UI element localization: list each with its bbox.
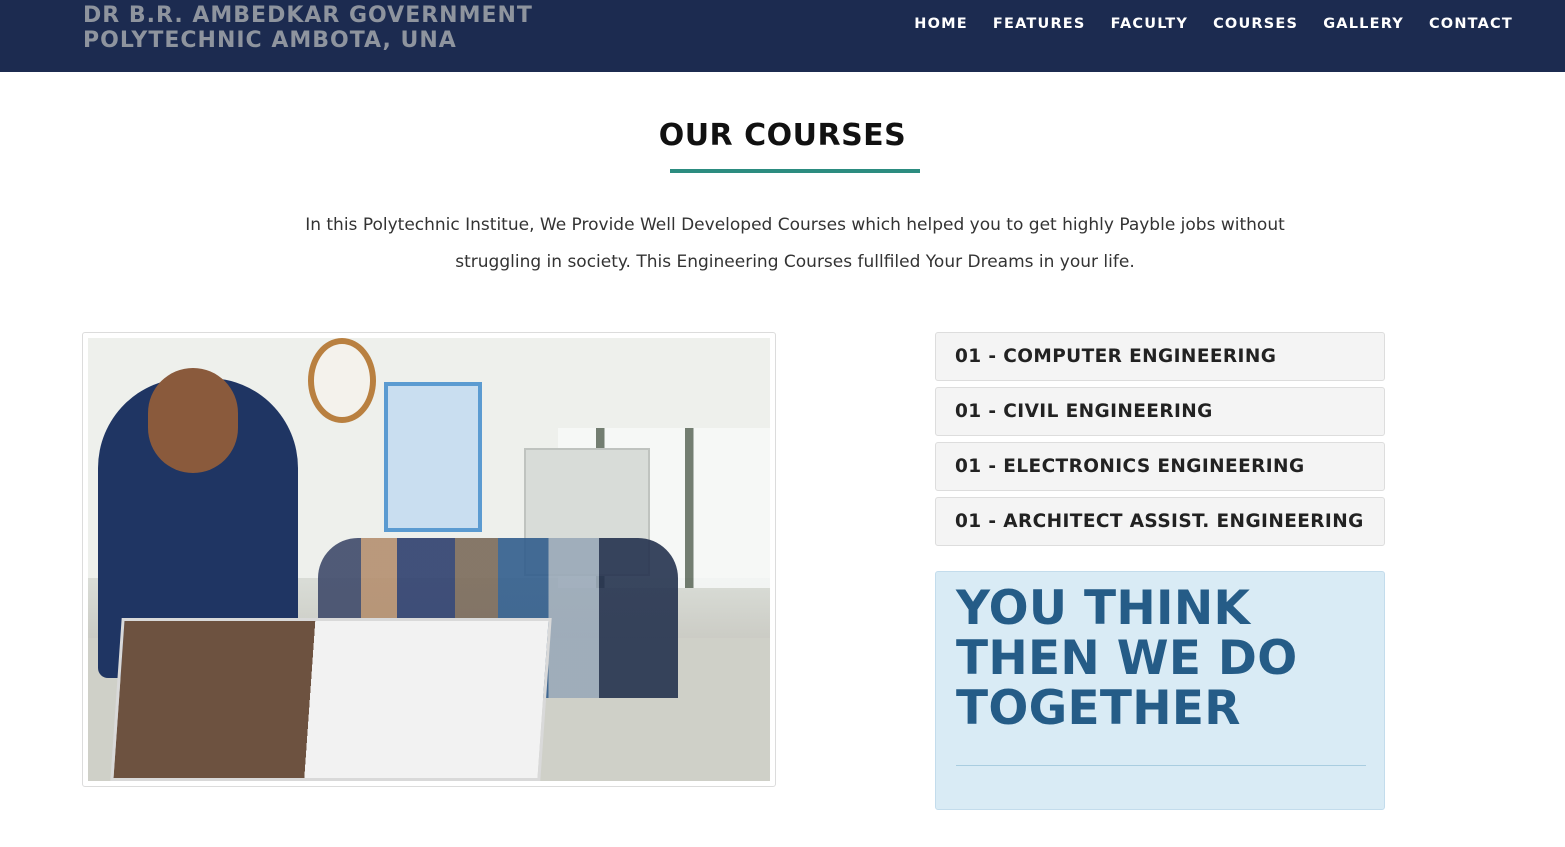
- courses-photo-frame: [82, 332, 776, 787]
- intro-line-1: In this Polytechnic Institue, We Provide…: [305, 215, 1285, 235]
- slogan-line-2: THEN WE DO: [956, 631, 1298, 686]
- title-underline: [670, 169, 920, 173]
- photo-podium: [110, 618, 552, 781]
- top-navbar: DR B.R. AMBEDKAR GOVERNMENT POLYTECHNIC …: [0, 0, 1565, 72]
- nav-gallery[interactable]: GALLERY: [1298, 15, 1404, 33]
- course-architect-assist-engineering[interactable]: 01 - ARCHITECT ASSIST. ENGINEERING: [935, 497, 1385, 546]
- slogan-line-3: TOGETHER: [956, 681, 1241, 736]
- nav-faculty[interactable]: FACULTY: [1086, 15, 1189, 33]
- course-electronics-engineering[interactable]: 01 - ELECTRONICS ENGINEERING: [935, 442, 1385, 491]
- brand-line-1: DR B.R. AMBEDKAR GOVERNMENT: [83, 3, 533, 28]
- site-brand[interactable]: DR B.R. AMBEDKAR GOVERNMENT POLYTECHNIC …: [83, 3, 533, 53]
- callout-divider: [956, 765, 1366, 766]
- slogan-callout: YOU THINK THEN WE DO TOGETHER: [935, 571, 1385, 810]
- nav-contact[interactable]: CONTACT: [1404, 15, 1513, 33]
- nav-features[interactable]: FEATURES: [968, 15, 1086, 33]
- courses-photo: [88, 338, 770, 781]
- intro-line-2: struggling in society. This Engineering …: [455, 252, 1135, 272]
- main-nav: HOME FEATURES FACULTY COURSES GALLERY CO…: [889, 15, 1513, 33]
- photo-speaker-head: [148, 368, 238, 473]
- section-title: OUR COURSES: [658, 118, 907, 153]
- course-computer-engineering[interactable]: 01 - COMPUTER ENGINEERING: [935, 332, 1385, 381]
- nav-courses[interactable]: COURSES: [1188, 15, 1298, 33]
- nav-home[interactable]: HOME: [889, 15, 968, 33]
- slogan-line-1: YOU THINK: [956, 581, 1251, 636]
- slogan-heading: YOU THINK THEN WE DO TOGETHER: [956, 584, 1376, 734]
- section-intro: In this Polytechnic Institue, We Provide…: [290, 207, 1300, 281]
- brand-line-2: POLYTECHNIC AMBOTA, UNA: [83, 28, 457, 53]
- section-title-wrap: OUR COURSES: [0, 118, 1565, 154]
- courses-accordion: 01 - COMPUTER ENGINEERING 01 - CIVIL ENG…: [935, 332, 1385, 552]
- photo-clock: [308, 338, 376, 423]
- course-civil-engineering[interactable]: 01 - CIVIL ENGINEERING: [935, 387, 1385, 436]
- photo-banner: [384, 382, 482, 532]
